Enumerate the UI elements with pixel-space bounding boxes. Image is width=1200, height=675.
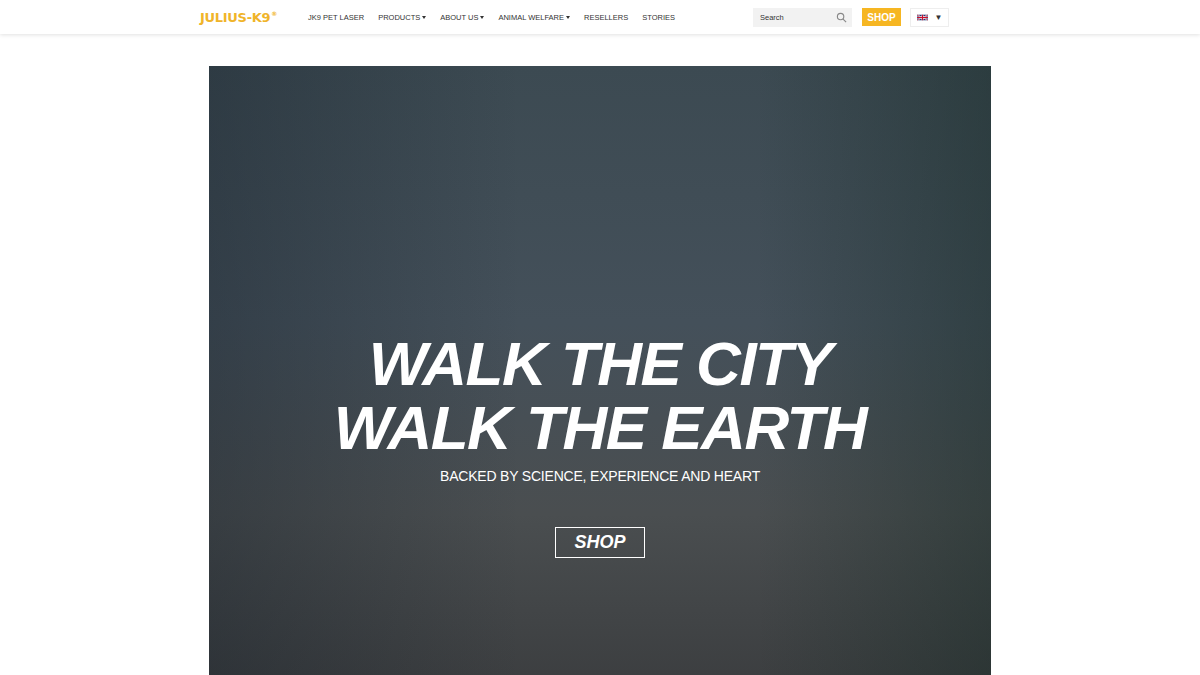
search-input[interactable] <box>758 12 832 23</box>
site-header: JULIUS-K9®JK9 PET LASER PRODUCTS ABOUT US A… <box>0 0 1200 34</box>
page: JULIUS-K9®JK9 PET LASER PRODUCTS ABOUT US A… <box>0 0 1200 675</box>
uk-flag-icon <box>917 14 928 21</box>
hero-shop-button[interactable]: SHOP <box>555 527 645 558</box>
hero-subtitle: BACKED BY SCIENCE, EXPERIENCE AND HEART <box>440 468 760 484</box>
logo[interactable]: JULIUS-K9® <box>200 10 308 25</box>
nav-item[interactable]: RESELLERS <box>584 13 628 22</box>
hero-title: WALK THE CITY <box>369 332 832 396</box>
caret-icon <box>566 16 570 19</box>
main: WALK THE CITYWALK THE EARTH BACKED BY SCI… <box>0 34 1200 675</box>
search-icon[interactable] <box>836 12 847 23</box>
logo-mark: ® <box>271 10 277 17</box>
search-box <box>753 8 852 27</box>
caret-icon <box>480 16 484 19</box>
nav-item[interactable]: ANIMAL WELFARE <box>498 13 570 22</box>
nav-item[interactable]: JK9 PET LASER <box>308 13 364 22</box>
nav-item[interactable]: STORIES <box>642 13 675 22</box>
nav-item[interactable]: ABOUT US <box>440 13 484 22</box>
language-caret: ▼ <box>935 13 943 22</box>
hero-banner: WALK THE CITYWALK THE EARTH BACKED BY SCI… <box>209 66 991 675</box>
hero-title: WALK THE EARTH <box>334 396 866 460</box>
main-nav: JK9 PET LASER PRODUCTS ABOUT US ANIMAL WELF… <box>308 13 753 22</box>
nav-item[interactable]: PRODUCTS <box>378 13 426 22</box>
shop-button[interactable]: SHOP <box>862 8 901 26</box>
caret-icon <box>422 16 426 19</box>
language-select[interactable]: ▼ <box>910 8 949 27</box>
